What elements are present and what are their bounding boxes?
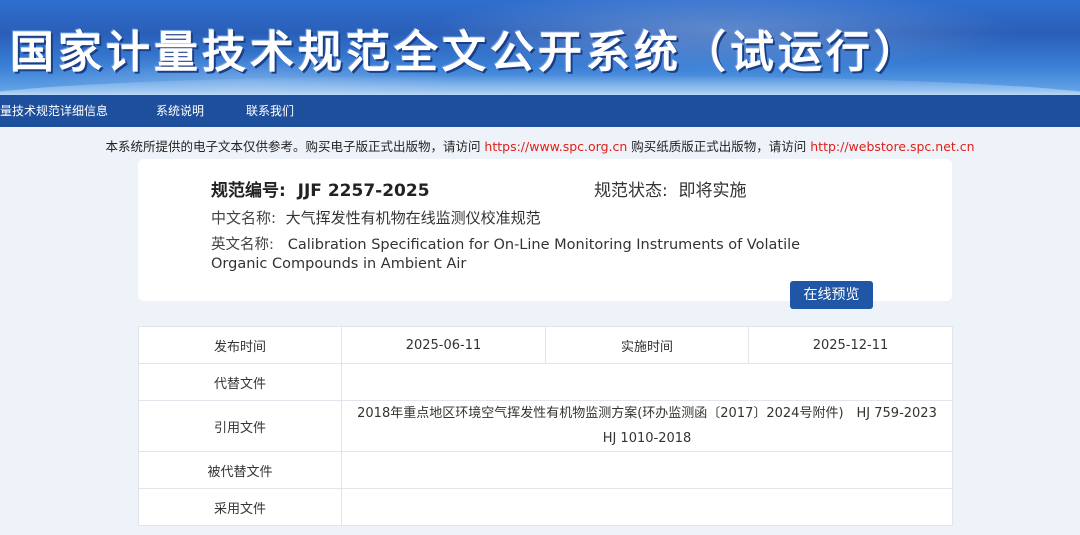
table-row: 被代替文件 <box>138 451 953 489</box>
spec-status-row: 规范状态: 即将实施 <box>594 176 747 201</box>
table-row: 代替文件 <box>138 363 953 401</box>
nav-item-system-info[interactable]: 系统说明 <box>156 95 204 127</box>
table-row: 发布时间 2025-06-11 实施时间 2025-12-11 <box>138 326 953 364</box>
notice-text-2: 购买纸质版正式出版物，请访问 <box>627 139 811 154</box>
replaces-value <box>341 363 953 401</box>
nav-item-spec-details[interactable]: 计量技术规范详细信息 <box>0 95 108 127</box>
spc-org-link[interactable]: https://www.spc.org.cn <box>484 139 627 154</box>
online-preview-button[interactable]: 在线预览 <box>790 281 873 309</box>
adopted-label: 采用文件 <box>138 488 342 526</box>
implement-date-label: 实施时间 <box>545 326 749 364</box>
spec-en-label: 英文名称: <box>211 237 274 253</box>
notice-text-1: 本系统所提供的电子文本仅供参考。购买电子版正式出版物，请访问 <box>105 139 485 154</box>
spec-status-label: 规范状态: <box>594 181 668 201</box>
spec-cn-label: 中文名称: <box>211 209 277 227</box>
table-row: 引用文件 2018年重点地区环境空气挥发性有机物监测方案(环办监测函〔2017〕… <box>138 400 953 452</box>
spec-status-value: 即将实施 <box>678 181 747 201</box>
spec-code-row: 规范编号: JJF 2257-2025 <box>211 176 430 201</box>
spec-en-name-row: 英文名称: Calibration Specification for On-L… <box>211 236 851 274</box>
replaced-by-value <box>341 451 953 489</box>
publish-date-value: 2025-06-11 <box>341 326 546 364</box>
webstore-link[interactable]: http://webstore.spc.net.cn <box>810 139 974 154</box>
spec-cn-value: 大气挥发性有机物在线监测仪校准规范 <box>285 209 541 227</box>
publish-date-label: 发布时间 <box>138 326 342 364</box>
replaced-by-label: 被代替文件 <box>138 451 342 489</box>
table-row: 采用文件 <box>138 488 953 526</box>
references-value: 2018年重点地区环境空气挥发性有机物监测方案(环办监测函〔2017〕2024号… <box>341 400 953 452</box>
notice-line: 本系统所提供的电子文本仅供参考。购买电子版正式出版物，请访问 https://w… <box>0 136 1080 155</box>
implement-date-value: 2025-12-11 <box>748 326 953 364</box>
header-banner: 国家计量技术规范全文公开系统（试运行） <box>0 0 1080 95</box>
spec-details-table: 发布时间 2025-06-11 实施时间 2025-12-11 代替文件 引用文… <box>138 326 953 526</box>
spec-info-card: 规范编号: JJF 2257-2025 规范状态: 即将实施 中文名称: 大气挥… <box>138 159 952 301</box>
spec-code-label: 规范编号: <box>211 181 286 201</box>
references-label: 引用文件 <box>138 400 342 452</box>
spec-cn-name-row: 中文名称: 大气挥发性有机物在线监测仪校准规范 <box>211 207 541 228</box>
nav-item-contact[interactable]: 联系我们 <box>246 95 294 127</box>
replaces-label: 代替文件 <box>138 363 342 401</box>
main-nav: 计量技术规范详细信息 系统说明 联系我们 <box>0 95 1080 127</box>
site-title: 国家计量技术规范全文公开系统（试运行） <box>10 27 922 78</box>
adopted-value <box>341 488 953 526</box>
spec-en-value: Calibration Specification for On-Line Mo… <box>211 237 801 272</box>
spec-code-value: JJF 2257-2025 <box>297 181 430 201</box>
